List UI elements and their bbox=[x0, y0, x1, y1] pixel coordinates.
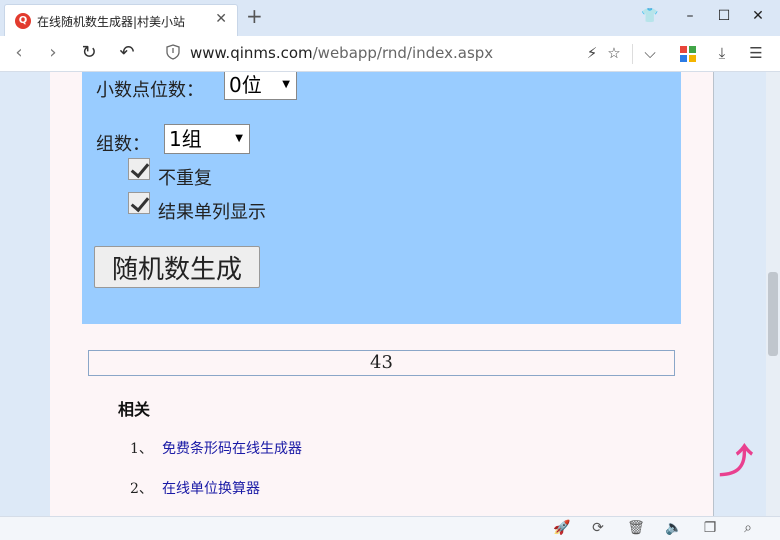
star-icon[interactable]: ☆ bbox=[604, 44, 624, 62]
no-repeat-label: 不重复 bbox=[158, 168, 212, 189]
undo-icon[interactable]: ↶ bbox=[116, 42, 138, 63]
rocket-icon[interactable]: 🚀 bbox=[552, 520, 572, 536]
decimal-select[interactable]: 0位 ▼ bbox=[224, 72, 297, 100]
reload-icon[interactable]: ↻ bbox=[78, 42, 100, 63]
shirt-icon[interactable]: 👕 bbox=[640, 8, 660, 24]
related-heading: 相关 bbox=[118, 400, 151, 419]
address-bar: ‹ › ↻ ↶ www.qinms.com/webapp/rnd/index.a… bbox=[0, 36, 780, 72]
decimal-label: 小数点位数： bbox=[96, 80, 204, 101]
groups-select[interactable]: 1组 ▼ bbox=[164, 124, 250, 154]
decimal-select-value: 0位 bbox=[229, 73, 262, 97]
list-item-number: 2、 bbox=[130, 481, 153, 497]
groups-label: 组数： bbox=[96, 134, 150, 155]
scroll-top-icon[interactable]: ⤴ bbox=[714, 440, 758, 484]
generator-form: 小数点位数： 0位 ▼ 组数： 1组 ▼ 不重复 结果单列显示 随机数生成 bbox=[82, 72, 681, 324]
minimize-button[interactable]: – bbox=[680, 8, 700, 24]
forward-icon[interactable]: › bbox=[42, 42, 64, 63]
generate-button[interactable]: 随机数生成 bbox=[94, 246, 260, 288]
no-repeat-checkbox[interactable] bbox=[128, 158, 150, 180]
groups-select-value: 1组 bbox=[169, 127, 202, 151]
related-link-barcode[interactable]: 免费条形码在线生成器 bbox=[162, 441, 302, 457]
menu-icon[interactable]: ☰ bbox=[746, 44, 766, 62]
trash-icon[interactable]: 🗑 bbox=[626, 520, 646, 536]
page-content: 小数点位数： 0位 ▼ 组数： 1组 ▼ 不重复 结果单列显示 随机数生成 43… bbox=[50, 72, 714, 516]
apps-grid-icon[interactable] bbox=[680, 46, 696, 62]
maximize-button[interactable]: ☐ bbox=[714, 8, 734, 24]
bolt-icon[interactable]: ⚡ bbox=[582, 44, 602, 62]
tab-bar: Q 在线随机数生成器|村美小站 ✕ + 👕 – ☐ ✕ bbox=[0, 0, 780, 36]
dropdown-arrow-icon: ▼ bbox=[235, 133, 243, 144]
tab-close-icon[interactable]: ✕ bbox=[215, 11, 227, 27]
list-item: 1、 免费条形码在线生成器 bbox=[130, 438, 302, 458]
download-icon[interactable]: ⤓ bbox=[712, 44, 732, 62]
single-column-checkbox[interactable] bbox=[128, 192, 150, 214]
shield-icon[interactable] bbox=[166, 44, 180, 60]
dropdown-arrow-icon: ▼ bbox=[282, 79, 290, 90]
status-bar: 🚀 ⟳ 🗑 🔈 ❐ ⌕ bbox=[0, 516, 780, 540]
tab-title: 在线随机数生成器|村美小站 bbox=[37, 15, 186, 29]
divider bbox=[632, 44, 633, 64]
close-window-button[interactable]: ✕ bbox=[748, 8, 768, 24]
chevron-down-icon[interactable]: ⌵ bbox=[640, 44, 660, 62]
back-icon[interactable]: ‹ bbox=[8, 42, 30, 63]
tab-active[interactable]: Q 在线随机数生成器|村美小站 ✕ bbox=[4, 4, 238, 36]
result-output[interactable]: 43 bbox=[88, 350, 675, 376]
new-tab-button[interactable]: + bbox=[246, 6, 263, 26]
speaker-icon[interactable]: 🔈 bbox=[664, 520, 684, 536]
url-input[interactable]: www.qinms.com/webapp/rnd/index.aspx bbox=[190, 44, 493, 62]
scrollbar-thumb[interactable] bbox=[768, 272, 778, 356]
url-host: www.qinms.com bbox=[190, 44, 313, 62]
related-link-unit-converter[interactable]: 在线单位换算器 bbox=[162, 481, 260, 497]
site-favicon-icon: Q bbox=[15, 13, 31, 29]
window-icon[interactable]: ❐ bbox=[700, 520, 720, 536]
refresh-icon[interactable]: ⟳ bbox=[588, 520, 608, 536]
search-icon[interactable]: ⌕ bbox=[738, 520, 758, 536]
list-item-number: 1、 bbox=[130, 441, 153, 457]
vertical-scrollbar[interactable] bbox=[766, 72, 780, 516]
list-item: 2、 在线单位换算器 bbox=[130, 478, 260, 498]
page-viewport: 小数点位数： 0位 ▼ 组数： 1组 ▼ 不重复 结果单列显示 随机数生成 43… bbox=[0, 72, 766, 516]
url-path: /webapp/rnd/index.aspx bbox=[312, 44, 494, 62]
single-column-label: 结果单列显示 bbox=[158, 202, 266, 223]
